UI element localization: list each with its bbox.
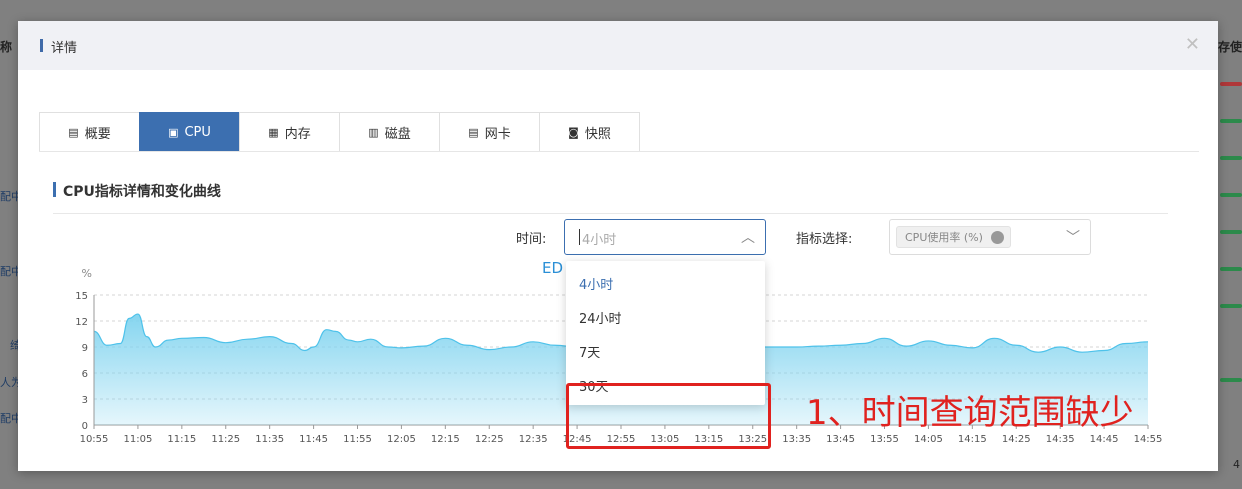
x-tick-label: 11:05 bbox=[124, 434, 153, 445]
y-tick-label: 12 bbox=[75, 317, 88, 328]
section-title: CPU指标详情和变化曲线 bbox=[63, 184, 221, 200]
camera-icon: ◙ bbox=[568, 125, 579, 139]
tab-cpu[interactable]: ▣ CPU bbox=[139, 112, 239, 152]
usage-bar bbox=[1220, 156, 1242, 160]
background-right-column bbox=[1218, 0, 1242, 489]
time-label: 时间: bbox=[516, 232, 547, 247]
usage-bar bbox=[1220, 304, 1242, 308]
title-accent bbox=[40, 39, 43, 52]
dropdown-option[interactable]: 4小时 bbox=[579, 274, 613, 293]
cpu-icon: ▣ bbox=[168, 125, 179, 139]
tab-snapshot[interactable]: ◙ 快照 bbox=[539, 112, 640, 152]
y-tick-label: 6 bbox=[82, 369, 88, 380]
chevron-up-icon: ︿ bbox=[741, 230, 755, 246]
tab-network-card[interactable]: ▤ 网卡 bbox=[439, 112, 539, 152]
list-icon: ▤ bbox=[68, 125, 79, 139]
tab-overview[interactable]: ▤ 概要 bbox=[39, 112, 139, 152]
tab-memory[interactable]: ▦ 内存 bbox=[239, 112, 339, 152]
close-icon[interactable]: ✕ bbox=[1185, 34, 1200, 55]
time-range-placeholder: 4小时 bbox=[582, 233, 617, 248]
x-tick-label: 12:35 bbox=[519, 434, 548, 445]
usage-bar bbox=[1220, 193, 1242, 197]
usage-bar bbox=[1220, 119, 1242, 123]
network-card-icon: ▤ bbox=[468, 125, 479, 139]
disk-icon: ▥ bbox=[368, 125, 379, 139]
chevron-down-icon: ﹀ bbox=[1066, 230, 1080, 246]
x-tick-label: 14:05 bbox=[914, 434, 943, 445]
section-divider bbox=[53, 213, 1168, 214]
modal-title: 详情 bbox=[51, 41, 78, 56]
y-tick-label: 3 bbox=[82, 395, 88, 406]
tab-label: CPU bbox=[184, 124, 211, 140]
tab-bar: ▤ 概要 ▣ CPU ▦ 内存 ▥ 磁盘 ▤ 网卡 ◙ 快照 bbox=[39, 112, 640, 152]
x-tick-label: 14:45 bbox=[1090, 434, 1119, 445]
text-cursor bbox=[579, 229, 580, 245]
x-tick-label: 11:45 bbox=[299, 434, 328, 445]
usage-bar bbox=[1220, 378, 1242, 382]
remove-tag-icon[interactable] bbox=[990, 230, 1004, 244]
tab-divider bbox=[39, 151, 1199, 152]
usage-bar bbox=[1220, 267, 1242, 271]
tab-label: 内存 bbox=[284, 126, 311, 142]
detail-modal: 详情 ✕ ▤ 概要 ▣ CPU ▦ 内存 ▥ 磁盘 ▤ 网卡 ◙ 快照 CPU指标详情和变化… bbox=[18, 21, 1218, 471]
x-tick-label: 14:15 bbox=[958, 434, 987, 445]
x-tick-label: 12:05 bbox=[387, 434, 416, 445]
metric-select[interactable]: CPU使用率 (%) ﹀ bbox=[889, 219, 1091, 255]
x-tick-label: 14:55 bbox=[1134, 434, 1163, 445]
usage-bar bbox=[1220, 230, 1242, 234]
x-tick-label: 13:45 bbox=[826, 434, 855, 445]
x-tick-label: 10:55 bbox=[80, 434, 109, 445]
annotation-highlight-box bbox=[566, 383, 771, 449]
tab-label: 网卡 bbox=[484, 126, 511, 142]
metric-label: 指标选择: bbox=[796, 232, 853, 247]
section-accent bbox=[53, 182, 56, 197]
dropdown-option[interactable]: 7天 bbox=[579, 342, 600, 361]
pagination-total: 4 bbox=[1233, 458, 1240, 471]
x-tick-label: 13:55 bbox=[870, 434, 899, 445]
y-tick-label: 0 bbox=[82, 421, 88, 432]
metric-tag[interactable]: CPU使用率 (%) bbox=[896, 226, 1011, 248]
x-tick-label: 11:15 bbox=[167, 434, 196, 445]
x-tick-label: 12:25 bbox=[475, 434, 504, 445]
dropdown-option[interactable]: 24小时 bbox=[579, 308, 622, 327]
x-tick-label: 12:15 bbox=[431, 434, 460, 445]
modal-header: 详情 ✕ bbox=[18, 21, 1218, 70]
x-tick-label: 13:35 bbox=[782, 434, 811, 445]
metric-tag-label: CPU使用率 (%) bbox=[905, 231, 983, 244]
memory-icon: ▦ bbox=[268, 125, 279, 139]
x-tick-label: 14:35 bbox=[1046, 434, 1075, 445]
tab-label: 概要 bbox=[84, 126, 111, 142]
tab-label: 磁盘 bbox=[384, 126, 411, 142]
tab-disk[interactable]: ▥ 磁盘 bbox=[339, 112, 439, 152]
y-axis-label: % bbox=[82, 267, 92, 280]
time-range-select[interactable]: 4小时 ︿ bbox=[564, 219, 766, 255]
background-left-column: 配中 配中 绮 人为 配中 bbox=[0, 0, 22, 489]
x-tick-label: 11:25 bbox=[211, 434, 240, 445]
x-tick-label: 11:55 bbox=[343, 434, 372, 445]
usage-bar bbox=[1220, 82, 1242, 86]
y-tick-label: 9 bbox=[82, 343, 88, 354]
y-tick-label: 15 bbox=[75, 291, 88, 302]
x-tick-label: 11:35 bbox=[255, 434, 284, 445]
annotation-text: 1、时间查询范围缺少 bbox=[806, 393, 1134, 433]
tab-label: 快照 bbox=[584, 126, 611, 142]
x-tick-label: 14:25 bbox=[1002, 434, 1031, 445]
